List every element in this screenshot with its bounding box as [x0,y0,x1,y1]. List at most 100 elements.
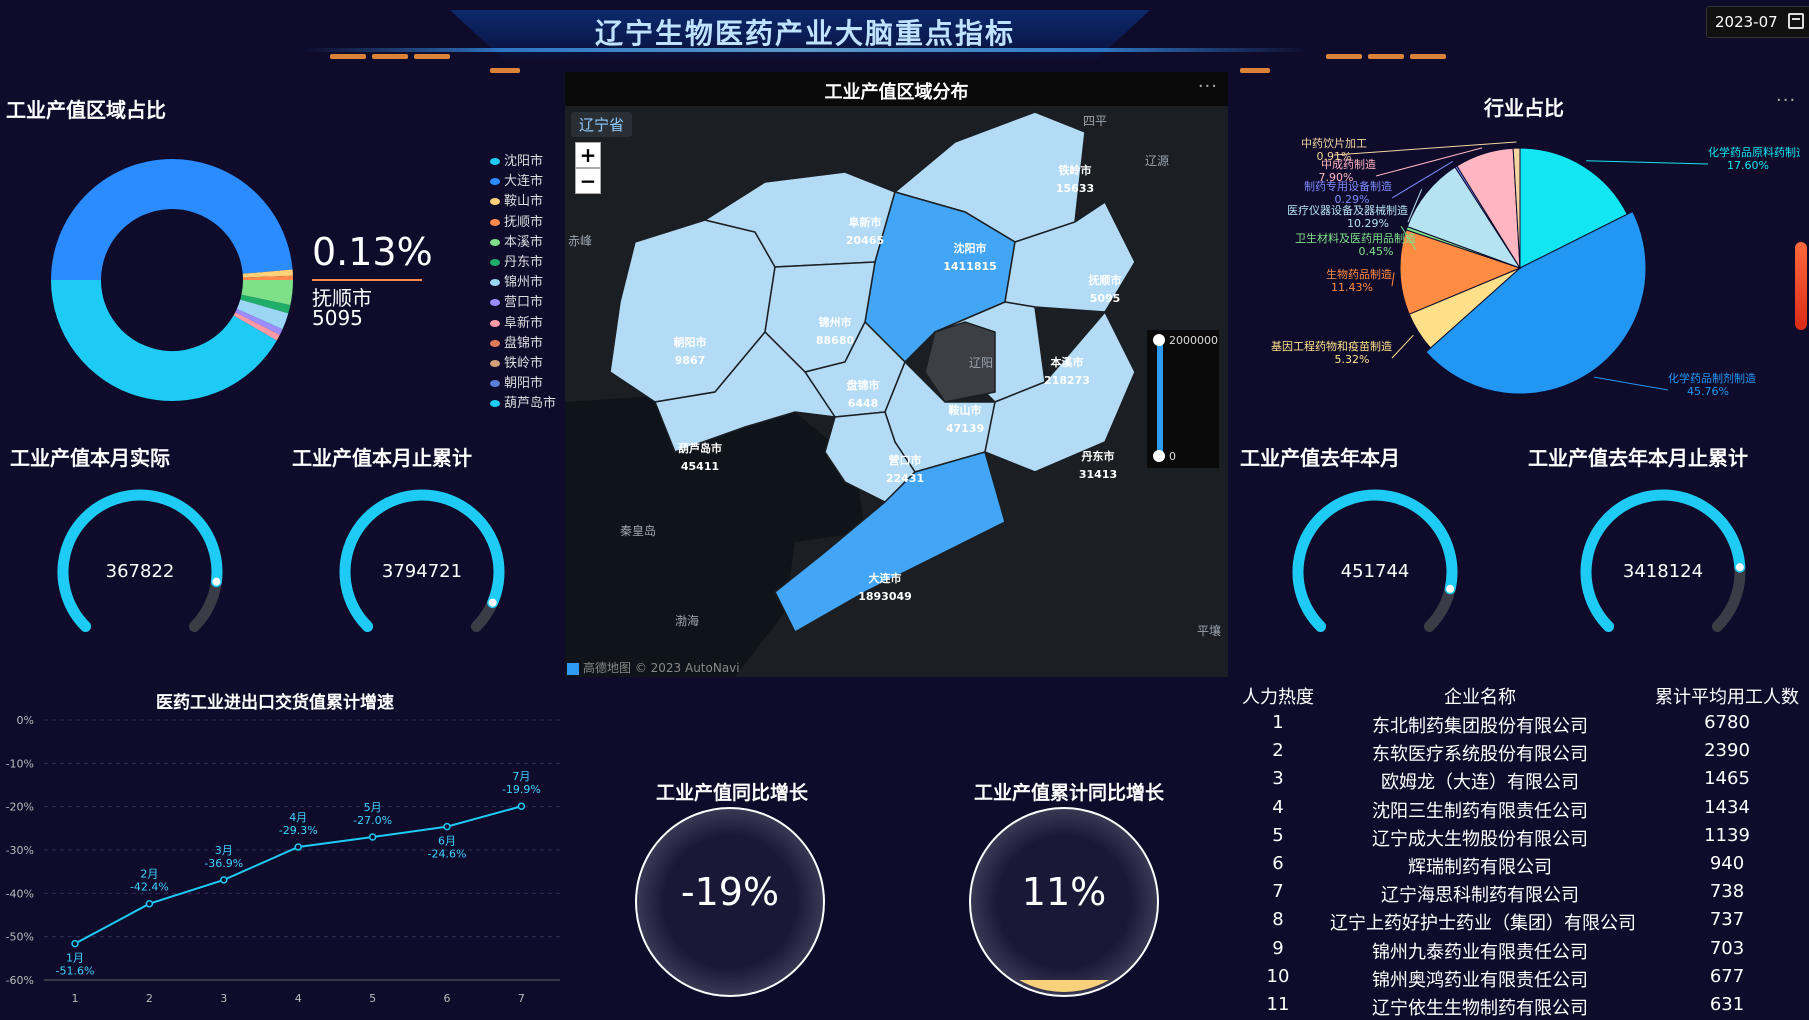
pie-label-pct: 0.91% [1317,150,1352,163]
pie-label-pct: 0.45% [1359,245,1394,258]
x-tick-label: 6 [444,992,451,1005]
table-cell-rank: 5 [1272,824,1284,846]
place-label: 赤峰 [568,234,593,248]
table-cell-workers: 1465 [1704,768,1750,790]
data-point[interactable] [145,899,154,908]
donut-slice[interactable] [236,299,289,330]
header-decoration [414,54,450,59]
scrollbar-thumb[interactable] [1795,242,1807,330]
header-decoration [1410,54,1446,59]
legend-item[interactable]: 沈阳市 [490,150,543,169]
map-region-label: 鞍山市 47139 [946,402,984,438]
place-label: 渤海 [675,614,700,628]
x-tick-label: 7 [518,992,525,1005]
table-cell-rank: 3 [1272,768,1284,790]
header-decoration [372,54,408,59]
donut-slice[interactable] [51,159,293,281]
calendar-icon[interactable] [1788,13,1804,29]
pie-label-line [1594,376,1669,391]
legend-item[interactable]: 抚顺市 [490,211,543,230]
donut-slice[interactable] [240,294,291,314]
legend-item[interactable]: 丹东市 [490,251,543,270]
pie-label-pct: 5.32% [1335,353,1370,366]
page-title: 辽宁生物医药产业大脑重点指标 [594,17,1015,50]
legend-item[interactable]: 锦州市 [490,271,543,290]
donut-slice[interactable] [235,308,283,335]
region-value: 9867 [674,354,706,367]
data-point[interactable] [443,822,451,831]
table-cell-rank: 8 [1272,909,1284,931]
data-point[interactable] [517,802,526,810]
place-label: 平壤 [1197,624,1222,638]
table-cell-company: 辽宁成大生物股份有限公司 [1372,828,1588,850]
legend-item[interactable]: 葫芦岛市 [490,392,556,411]
table-cell-workers: 631 [1709,994,1745,1015]
place-label: 辽阳 [969,356,994,370]
date-picker[interactable]: 2023-07 [1706,6,1809,38]
region-value: 88680 [815,334,855,347]
header: 辽宁生物医药产业大脑重点指标 [300,0,1310,80]
data-point[interactable] [71,939,79,948]
data-point[interactable] [220,876,228,884]
table-cell-company: 辽宁上药好护士药业（集团）有限公司 [1330,913,1636,935]
region-value: 218273 [1044,374,1090,387]
data-point[interactable] [294,843,302,851]
table-cell-rank: 9 [1272,937,1284,959]
legend-item[interactable]: 盘锦市 [490,332,543,351]
legend-marker-icon [490,360,500,367]
legend-item[interactable]: 铁岭市 [490,352,543,371]
table-cell-rank: 6 [1272,853,1284,874]
pie-label-name: 卫生材料及医药用品制造 [1295,231,1416,245]
point-value-label: -36.9% [204,857,243,870]
region-value: 15633 [1055,182,1095,195]
region-value: 5095 [1089,292,1121,305]
legend-marker-icon [490,198,500,206]
legend-label: 丹东市 [504,255,544,270]
industry-more-icon[interactable]: ··· [1776,90,1796,111]
legend-label: 锦州市 [504,275,544,291]
table-header-workers: 累计平均用工人数 [1655,687,1799,708]
point-month-label: 4月 [289,811,307,824]
legend-marker-icon [490,279,500,287]
legend-item[interactable]: 朝阳市 [490,372,543,391]
table-cell-workers: 677 [1709,965,1745,987]
legend-marker-icon [490,259,500,266]
pie-label-pct: 45.76% [1687,385,1729,398]
header-decoration [330,54,366,59]
table-cell-workers: 703 [1709,937,1745,959]
map-region-label: 抚顺市 5095 [1089,272,1122,308]
donut-slice[interactable] [51,279,277,401]
legend-item[interactable]: 营口市 [490,291,543,310]
x-tick-label: 5 [369,992,376,1005]
region-name: 抚顺市 [1088,274,1122,287]
table-cell-rank: 1 [1272,712,1284,733]
scale-max-handle[interactable] [1153,334,1165,346]
header-decoration [1368,54,1404,59]
donut-highlight-percent: 0.13% [312,230,433,274]
table-cell-company: 东北制药集团股份有限公司 [1372,716,1588,737]
table-cell-rank: 4 [1272,796,1284,818]
zoom-out-button[interactable]: − [575,168,601,194]
scale-min-handle[interactable] [1153,450,1165,462]
donut-slice[interactable] [233,312,280,341]
map-scale-legend[interactable]: 2000000 0 [1147,330,1219,468]
pie-label-name: 基因工程药物和疫苗制造 [1271,339,1392,353]
region-value: 31413 [1078,468,1118,481]
pie-label-pct: 0.29% [1335,193,1370,206]
province-tag[interactable]: 辽宁省 [571,112,633,137]
data-point[interactable] [368,833,377,841]
legend-item[interactable]: 大连市 [490,170,543,189]
table-cell-workers: 738 [1709,881,1745,903]
zoom-in-button[interactable]: + [575,142,601,168]
legend-item[interactable]: 鞍山市 [490,190,543,209]
legend-item[interactable]: 阜新市 [490,312,543,331]
legend-label: 抚顺市 [504,214,544,230]
point-value-label: -19.9% [502,783,541,796]
point-value-label: -51.6% [56,965,95,978]
donut-slice[interactable] [241,279,293,306]
y-tick-label: -30% [6,844,34,857]
gauge-value-2: 3794721 [381,561,463,582]
point-month-label: 3月 [215,844,233,857]
point-month-label: 1月 [66,952,84,965]
legend-item[interactable]: 本溪市 [490,231,543,250]
